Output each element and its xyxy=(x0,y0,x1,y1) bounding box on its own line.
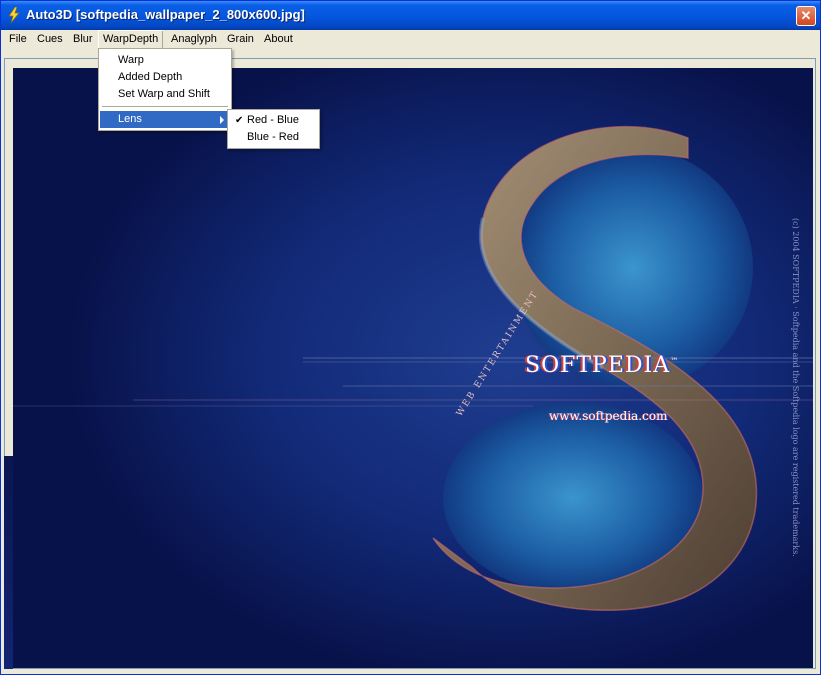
menu-separator xyxy=(102,106,228,107)
close-icon: ✕ xyxy=(800,8,812,23)
menu-item-lens[interactable]: Lens xyxy=(100,111,230,128)
lens-blue-red[interactable]: Blue - Red xyxy=(229,129,318,146)
lens-blue-red-label: Blue - Red xyxy=(247,131,299,143)
submenu-arrow-icon xyxy=(220,116,224,124)
warpdepth-dropdown: Warp Added Depth Set Warp and Shift Lens xyxy=(98,48,232,131)
brand-name: SOFTPEDIA xyxy=(525,353,671,378)
lens-red-blue[interactable]: ✔ Red - Blue xyxy=(229,112,318,129)
lens-submenu: ✔ Red - Blue Blue - Red xyxy=(227,109,320,149)
menu-blur[interactable]: Blur xyxy=(68,30,98,49)
lens-label: Lens xyxy=(118,113,142,125)
menu-item-warp[interactable]: Warp xyxy=(100,52,230,69)
menu-item-added-depth[interactable]: Added Depth xyxy=(100,69,230,86)
close-button[interactable]: ✕ xyxy=(796,6,816,26)
lightning-app-icon xyxy=(8,7,20,23)
background-strip xyxy=(4,456,13,669)
menu-file[interactable]: File xyxy=(4,30,32,49)
window-title: Auto3D [softpedia_wallpaper_2_800x600.jp… xyxy=(26,7,305,22)
checkmark-icon: ✔ xyxy=(235,115,244,126)
brand-text: SOFTPEDIA™ xyxy=(525,353,679,378)
wallpaper-image xyxy=(13,68,813,668)
menu-item-set-warp-shift[interactable]: Set Warp and Shift xyxy=(100,86,230,103)
anaglyph-image-canvas[interactable]: SOFTPEDIA™ www.softpedia.com WEB ENTERTA… xyxy=(13,68,813,668)
trademark-mark: ™ xyxy=(670,356,680,366)
menu-anaglyph[interactable]: Anaglyph xyxy=(166,30,222,49)
lens-red-blue-label: Red - Blue xyxy=(247,114,299,126)
menu-cues[interactable]: Cues xyxy=(32,30,68,49)
url-text: www.softpedia.com xyxy=(549,409,668,423)
legal-text: (c) 2004 SOFTPEDIA · Softpedia and the S… xyxy=(791,218,800,557)
menu-grain[interactable]: Grain xyxy=(222,30,259,49)
menu-bar: File Cues Blur WarpDepth Anaglyph Grain … xyxy=(1,30,820,49)
app-window: Auto3D [softpedia_wallpaper_2_800x600.jp… xyxy=(0,0,821,675)
title-bar[interactable]: Auto3D [softpedia_wallpaper_2_800x600.jp… xyxy=(1,1,820,30)
menu-about[interactable]: About xyxy=(259,30,298,49)
menu-warpdepth[interactable]: WarpDepth xyxy=(98,30,164,49)
